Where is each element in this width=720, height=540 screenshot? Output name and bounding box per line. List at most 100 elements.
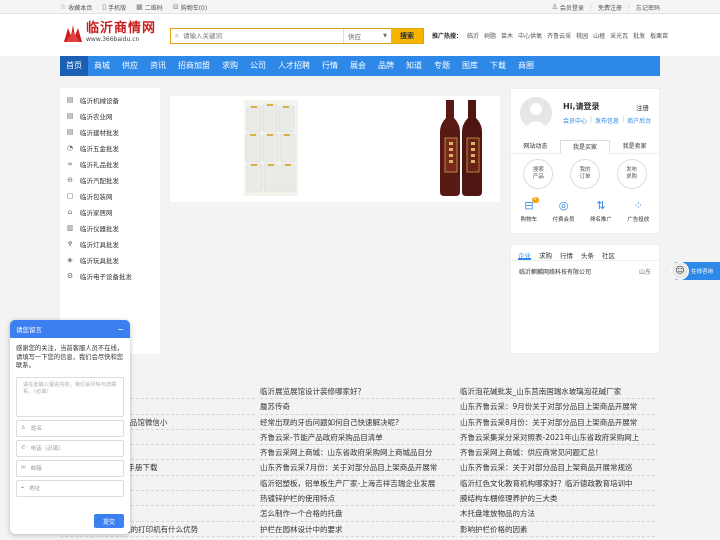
- sidebar-item[interactable]: ▥ 临沂仪器批发: [60, 220, 160, 236]
- nav-item-brand[interactable]: 品牌: [372, 56, 400, 76]
- news-item[interactable]: 齐鲁云采网上商城：供应商常见问题汇总！: [460, 445, 655, 461]
- submit-button[interactable]: 提交: [94, 514, 124, 528]
- hot-word[interactable]: 苗木: [501, 31, 513, 40]
- news-item[interactable]: 山东齐鲁云采7月份：关于对部分品目上架商品开展常: [260, 460, 455, 476]
- sidebar-item[interactable]: ▢ 临沂包装网: [60, 188, 160, 204]
- hot-word[interactable]: 树脂: [484, 31, 496, 40]
- nav-item-franchise[interactable]: 招商加盟: [172, 56, 216, 76]
- nav-item-jobs[interactable]: 人才招聘: [272, 56, 316, 76]
- name-field[interactable]: ♙ 姓名: [16, 419, 124, 437]
- sidebar-item[interactable]: ∞ 临沂礼品批发: [60, 156, 160, 172]
- news-item[interactable]: 山东齐鲁云采：关于对部分品目上架商品开展常规巡: [460, 460, 655, 476]
- news-item[interactable]: 山东齐鲁云采：9月份关于对部分品目上架商品开展常: [460, 399, 655, 415]
- news-item[interactable]: 山东齐鲁云采8月份：关于对部分品目上架商品开展常: [460, 415, 655, 430]
- nav-item-market[interactable]: 行情: [316, 56, 344, 76]
- mobile-link[interactable]: ▯ 手机版: [102, 3, 126, 12]
- tab-company[interactable]: 企业: [518, 250, 531, 260]
- nav-item-supply[interactable]: 供应: [116, 56, 144, 76]
- news-item[interactable]: 临沂铝塑板，铝单板生产厂家-上海吉祥吉瑞企业发展: [260, 476, 455, 492]
- sidebar-item[interactable]: ⊖ 临沂汽配批发: [60, 172, 160, 188]
- news-item[interactable]: 经常出现的牙齿问题如何自己快速解决呢?: [260, 415, 455, 430]
- forgot-password-link[interactable]: 忘记密码: [636, 3, 660, 12]
- rank-tool[interactable]: ⇅ 排名推广: [590, 199, 612, 223]
- news-item[interactable]: 临沂红色文化教育机构哪家好？临沂德政教育培训中: [460, 476, 655, 492]
- sidebar-item[interactable]: ♆ 临沂灯具批发: [60, 236, 160, 252]
- phone-field[interactable]: ✆ 电话（必填）: [16, 439, 124, 457]
- hot-word[interactable]: 批发: [633, 31, 645, 40]
- nav-item-circle[interactable]: 商圈: [512, 56, 540, 76]
- sidebar-item[interactable]: ◈ 临沂玩具批发: [60, 252, 160, 268]
- search-scope-select[interactable]: 供应 ▼: [343, 29, 391, 43]
- nav-item-home[interactable]: 首页: [60, 56, 88, 76]
- hot-word[interactable]: 中心供氧: [518, 31, 542, 40]
- sidebar-item[interactable]: ◔ 临沂五金批发: [60, 140, 160, 156]
- sidebar-item[interactable]: ⌂ 临沂家居网: [60, 204, 160, 220]
- nav-item-topic[interactable]: 专题: [428, 56, 456, 76]
- site-logo[interactable]: 临沂商情网 www.366baidu.cn: [62, 22, 156, 44]
- vip-tool[interactable]: ◎ 付费会员: [553, 199, 575, 223]
- my-orders-button[interactable]: 我的 订单: [569, 159, 600, 189]
- cart-tool[interactable]: ⊟ 0 购物车: [521, 197, 539, 223]
- search-product-button[interactable]: 搜索 产品: [523, 159, 554, 189]
- sidebar-item[interactable]: ▤ 临沂机械设备: [60, 92, 160, 108]
- news-item[interactable]: 影响护栏价格的因素: [460, 522, 655, 537]
- tab-buyer[interactable]: 我是买家: [559, 140, 611, 154]
- banner-carousel[interactable]: [170, 96, 500, 202]
- bookmark-link[interactable]: ☆ 收藏本页: [60, 3, 92, 12]
- member-center-link[interactable]: 会员中心: [563, 116, 587, 125]
- nav-item-expo[interactable]: 展会: [344, 56, 372, 76]
- hot-word[interactable]: 临沂: [467, 31, 479, 40]
- news-item[interactable]: 齐鲁云采集采分采对照表-2021年山东省政府采购网上: [460, 430, 655, 446]
- qrcode-link[interactable]: ▦ 二维码: [136, 3, 163, 12]
- email-field[interactable]: ✉ 邮箱: [16, 459, 124, 477]
- register-link[interactable]: 注册: [636, 102, 649, 112]
- hot-word[interactable]: 板栗苗: [650, 31, 668, 40]
- news-item[interactable]: 临沂展览展馆设计装修哪家好？: [260, 384, 455, 400]
- news-item[interactable]: 蜃苏传奇: [260, 399, 455, 415]
- hot-word[interactable]: 采光瓦: [610, 31, 628, 40]
- nav-item-know[interactable]: 知道: [400, 56, 428, 76]
- hot-word[interactable]: 桃园: [576, 31, 588, 40]
- tab-community[interactable]: 社区: [602, 250, 615, 260]
- news-item[interactable]: 齐鲁云采网上商城：山东省政府采购网上商城品目分: [260, 445, 455, 461]
- nav-item-purchase[interactable]: 求购: [216, 56, 244, 76]
- address-field[interactable]: ⌖ 地址: [16, 479, 124, 497]
- login-greeting[interactable]: Hi,请登录: [563, 101, 599, 112]
- sidebar-item[interactable]: ▤ 临沂建材批发: [60, 124, 160, 140]
- message-textarea[interactable]: 请在此输入留言内容，我们会尽快与您联系。（必填）: [16, 376, 124, 417]
- tab-site-news[interactable]: 网站动态: [511, 140, 560, 153]
- sidebar-item[interactable]: ⚙ 临沂电子设备批发: [60, 268, 160, 284]
- news-item[interactable]: 怎么制作一个合格的托盘: [260, 506, 455, 522]
- online-service-button[interactable]: ☺ 在线咨询: [671, 262, 720, 280]
- carousel-dot[interactable]: [333, 195, 337, 199]
- news-item[interactable]: 临沂泡花碱批发_山东莒南国瑞水玻璃泡花碱厂家: [460, 384, 655, 400]
- avatar[interactable]: [520, 97, 552, 129]
- news-item[interactable]: 齐鲁云采-节能产品政府采购品目清单: [260, 430, 455, 446]
- register-link[interactable]: 免费注册: [598, 3, 622, 12]
- tab-headline[interactable]: 头条: [581, 250, 594, 260]
- news-item[interactable]: 木托盘堆放物品的方法: [460, 506, 655, 522]
- search-button[interactable]: 搜索: [391, 29, 423, 43]
- nav-item-mall[interactable]: 商城: [88, 56, 116, 76]
- tab-seller[interactable]: 我是卖家: [610, 140, 659, 153]
- nav-item-news[interactable]: 资讯: [144, 56, 172, 76]
- minimize-icon[interactable]: −: [117, 325, 124, 334]
- nav-item-company[interactable]: 公司: [244, 56, 272, 76]
- hot-word[interactable]: 山楂: [593, 31, 605, 40]
- merchant-backend-link[interactable]: 商户后台: [627, 116, 651, 125]
- hot-word[interactable]: 齐鲁云采: [547, 31, 571, 40]
- publish-info-link[interactable]: 发布信息: [595, 116, 619, 125]
- nav-item-gallery[interactable]: 图库: [456, 56, 484, 76]
- sidebar-item[interactable]: ▤ 临沂农业网: [60, 108, 160, 124]
- nav-item-download[interactable]: 下载: [484, 56, 512, 76]
- tab-purchase[interactable]: 求购: [539, 250, 552, 260]
- news-item[interactable]: 护栏在园林设计中的要求: [260, 522, 455, 537]
- news-item[interactable]: 热镀锌护栏的使用特点: [260, 491, 455, 507]
- member-login-link[interactable]: ♙ 会员登录: [552, 3, 584, 12]
- publish-purchase-button[interactable]: 发布 求购: [616, 159, 647, 189]
- ad-tool[interactable]: ⁘ 广告投放: [627, 199, 649, 223]
- tab-market[interactable]: 行情: [560, 250, 573, 260]
- cart-link[interactable]: ⊟ 购物车(0): [173, 3, 207, 12]
- search-input[interactable]: [183, 29, 343, 43]
- company-row[interactable]: 临沂麒麟网络科技有限公司 山东: [511, 261, 659, 282]
